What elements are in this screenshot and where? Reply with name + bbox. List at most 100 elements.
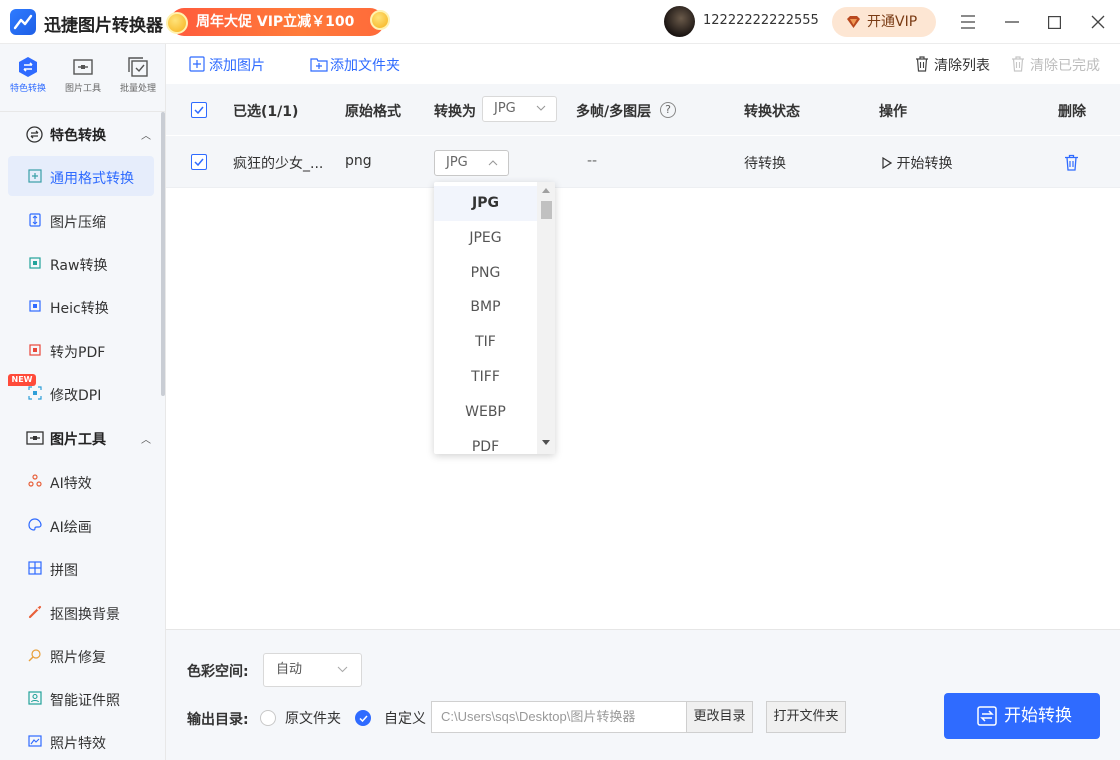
sidebar-item-ai-effect[interactable]: AI特效 <box>8 461 154 501</box>
clear-list-button[interactable]: 清除列表 <box>915 55 990 75</box>
group-image-tools[interactable]: 图片工具 ︿ <box>0 418 162 458</box>
special-convert-icon <box>19 57 37 77</box>
vip-gem-icon <box>847 16 860 28</box>
open-vip-button[interactable]: 开通VIP <box>832 7 936 37</box>
sidebar-tabs: 特色转换 图片工具 批量处理 <box>0 44 166 112</box>
output-dir-label: 输出目录: <box>187 712 249 728</box>
sidebar-item-heic[interactable]: Heic转换 <box>8 286 154 326</box>
format-option-jpeg[interactable]: JPEG <box>434 221 537 256</box>
format-option-tif[interactable]: TIF <box>434 325 537 360</box>
color-space-select[interactable]: 自动 <box>263 653 362 687</box>
sidebar-item-label: Heic转换 <box>50 301 109 317</box>
pdf-icon <box>29 344 41 356</box>
raw-icon <box>29 257 41 269</box>
start-convert-label: 开始转换 <box>1004 706 1072 726</box>
minimize-icon[interactable] <box>998 8 1026 36</box>
sidebar-item-label: AI绘画 <box>50 520 92 536</box>
sidebar-tab-tools[interactable]: 图片工具 <box>57 52 109 102</box>
check-icon <box>194 158 204 166</box>
color-space-value: 自动 <box>276 662 303 677</box>
sidebar-tab-batch[interactable]: 批量处理 <box>112 52 164 102</box>
scroll-up-icon[interactable] <box>542 188 550 193</box>
new-badge: NEW <box>8 374 36 386</box>
format-option-bmp[interactable]: BMP <box>434 290 537 325</box>
dropdown-scrollbar[interactable] <box>537 182 555 454</box>
table-row[interactable]: 疯狂的少女_... png JPG -- 待转换 开始转换 <box>166 136 1120 188</box>
sidebar-item-to-pdf[interactable]: 转为PDF <box>8 330 154 370</box>
help-icon[interactable]: ? <box>660 102 676 118</box>
sidebar-item-label: 通用格式转换 <box>50 171 134 187</box>
promo-banner[interactable]: 周年大促 VIP立减￥100 <box>166 8 390 36</box>
group-special-convert[interactable]: 特色转换 ︿ <box>0 114 162 154</box>
sidebar-tab-label: 图片工具 <box>64 84 101 94</box>
output-path-input[interactable]: C:\Users\sqs\Desktop\图片转换器 <box>431 701 687 733</box>
sidebar-item-collage[interactable]: 拼图 <box>8 548 154 588</box>
format-option-jpg[interactable]: JPG <box>434 186 537 221</box>
sidebar-item-label: 照片特效 <box>50 736 106 752</box>
sidebar-tab-special[interactable]: 特色转换 <box>2 52 54 102</box>
format-dropdown[interactable]: JPG JPEG PNG BMP TIF TIFF WEBP PDF <box>434 182 555 454</box>
title-bar: 迅捷图片转换器 周年大促 VIP立减￥100 12222222222555 开通… <box>0 0 1120 44</box>
ai-effect-icon <box>28 474 42 487</box>
change-dir-button[interactable]: 更改目录 <box>686 701 753 733</box>
add-folder-button[interactable]: 添加文件夹 <box>310 55 400 75</box>
sidebar-item-photo-repair[interactable]: 照片修复 <box>8 635 154 675</box>
avatar[interactable] <box>664 6 695 37</box>
format-option-png[interactable]: PNG <box>434 256 537 291</box>
toolbar: 添加图片 添加文件夹 清除列表 清除已完成 <box>166 44 1120 84</box>
compress-icon <box>29 213 41 227</box>
chevron-up-icon: ︿ <box>141 131 151 142</box>
sidebar-item-raw[interactable]: Raw转换 <box>8 243 154 283</box>
sidebar-item-photo-effect[interactable]: 照片特效 <box>8 721 154 760</box>
multi-frame-value: -- <box>587 153 598 169</box>
convert-all-value: JPG <box>494 101 516 116</box>
user-phone[interactable]: 12222222222555 <box>703 13 819 28</box>
format-option-webp[interactable]: WEBP <box>434 395 537 430</box>
format-option-pdf[interactable]: PDF <box>434 430 537 454</box>
format-options: JPG JPEG PNG BMP TIF TIFF WEBP PDF <box>434 186 537 454</box>
menu-icon[interactable] <box>954 8 982 36</box>
color-space-label: 色彩空间: <box>187 664 249 680</box>
file-format: png <box>345 153 372 169</box>
scroll-down-icon[interactable] <box>542 440 550 445</box>
collage-icon <box>28 561 42 575</box>
add-image-button[interactable]: 添加图片 <box>189 55 265 75</box>
id-photo-icon <box>28 691 42 705</box>
row-start-label: 开始转换 <box>896 156 953 172</box>
play-icon <box>882 156 893 170</box>
select-all-checkbox[interactable] <box>191 102 207 118</box>
sidebar-item-format-convert[interactable]: 通用格式转换 <box>8 156 154 196</box>
ai-paint-icon <box>28 518 42 531</box>
sidebar-scrollbar[interactable] <box>161 112 165 396</box>
chevron-down-icon <box>536 105 546 111</box>
table-header: 已选(1/1) 原始格式 转换为 JPG 多帧/多图层 ? 转换状态 操作 删除 <box>166 84 1120 135</box>
sidebar-item-id-photo[interactable]: 智能证件照 <box>8 678 154 718</box>
row-delete-button[interactable] <box>1064 154 1079 175</box>
group-label: 图片工具 <box>50 432 106 448</box>
scroll-thumb[interactable] <box>541 201 552 219</box>
row-format-select[interactable]: JPG <box>434 150 509 176</box>
sidebar-item-cutout[interactable]: 抠图换背景 <box>8 592 154 632</box>
header-multi-frame: 多帧/多图层 <box>576 104 652 120</box>
custom-folder-radio[interactable] <box>355 710 371 726</box>
open-folder-button[interactable]: 打开文件夹 <box>766 701 846 733</box>
convert-all-select[interactable]: JPG <box>482 96 557 122</box>
format-option-tiff[interactable]: TIFF <box>434 360 537 395</box>
row-checkbox[interactable] <box>191 154 207 170</box>
start-convert-button[interactable]: 开始转换 <box>944 693 1100 739</box>
chevron-up-icon <box>488 160 498 166</box>
row-start-button[interactable]: 开始转换 <box>882 153 952 173</box>
sidebar-item-ai-paint[interactable]: AI绘画 <box>8 505 154 545</box>
original-folder-radio[interactable] <box>260 710 276 726</box>
close-icon[interactable] <box>1084 8 1112 36</box>
image-tools-icon <box>73 59 93 75</box>
clear-done-button[interactable]: 清除已完成 <box>1011 55 1100 75</box>
image-tools-icon <box>26 431 44 445</box>
maximize-icon[interactable] <box>1040 8 1068 36</box>
original-folder-label: 原文件夹 <box>285 711 341 727</box>
header-selected: 已选(1/1) <box>233 104 299 120</box>
header-convert-to: 转换为 <box>434 104 476 120</box>
app-title: 迅捷图片转换器 <box>44 16 163 36</box>
sidebar-item-compress[interactable]: 图片压缩 <box>8 200 154 240</box>
sidebar-tab-label: 特色转换 <box>9 84 46 94</box>
